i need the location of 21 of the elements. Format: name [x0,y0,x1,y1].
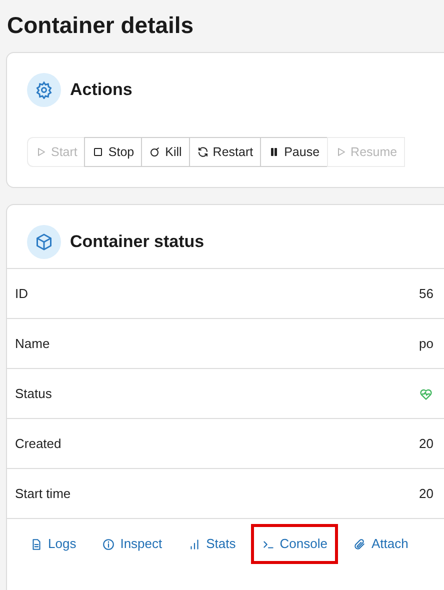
action-button[interactable]: Kill [141,137,190,167]
card-title: Actions [70,79,132,102]
action-button[interactable]: Stop [84,137,142,167]
action-button[interactable]: Pause [260,137,328,167]
card-title: Container status [70,230,204,253]
page-title: Container details [6,11,195,40]
row-value: 20 [419,484,434,503]
row-label: Name [14,334,51,353]
tab-link[interactable]: Logs [19,524,88,564]
row-label: Status [14,384,53,403]
row-label: Start time [14,484,72,503]
row-label: Created [14,434,62,453]
row-value: po [419,334,434,353]
action-button[interactable]: Restart [188,137,262,167]
row-value: 20 [419,434,434,453]
row-label: ID [14,284,29,303]
tab-link[interactable]: Console [250,524,338,564]
tab-link[interactable]: Inspect [91,524,174,564]
tab-link[interactable]: Attach [342,524,420,564]
row-value: 56 [419,284,434,303]
tab-link[interactable]: Stats [177,524,247,564]
